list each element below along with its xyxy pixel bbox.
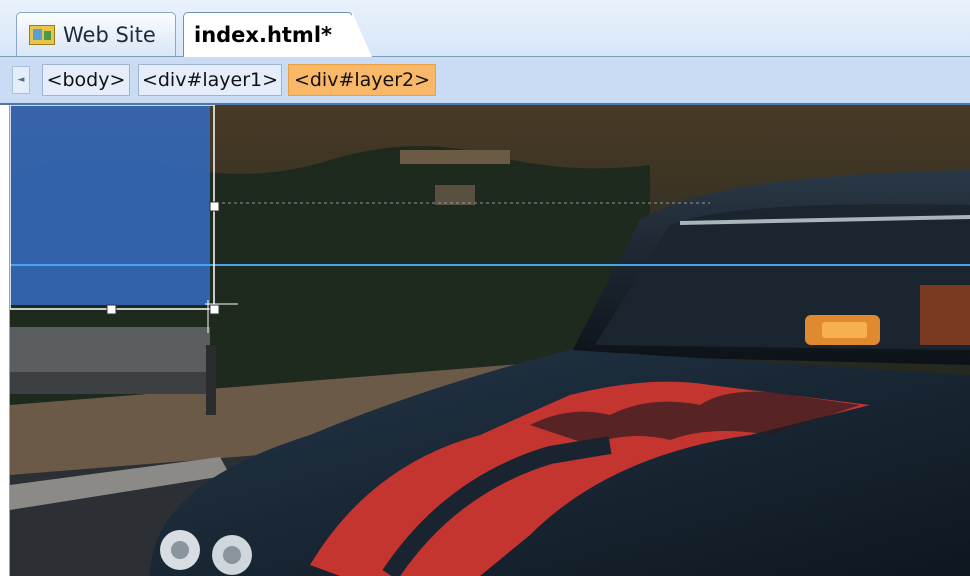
- scroll-left-icon[interactable]: ◄: [12, 66, 30, 94]
- tag-div-layer2[interactable]: <div#layer2>: [288, 64, 436, 96]
- tag-div-layer1[interactable]: <div#layer1>: [138, 64, 282, 96]
- resize-handle-corner: [209, 304, 220, 315]
- tag-body[interactable]: <body>: [42, 64, 130, 96]
- tab-web-site[interactable]: Web Site: [16, 12, 176, 56]
- selected-layer-box: [10, 105, 210, 305]
- car-background-image: [10, 105, 970, 576]
- tab-index-html-label: index.html*: [194, 23, 332, 47]
- resize-handle-bottom: [106, 304, 117, 315]
- design-canvas[interactable]: [10, 105, 970, 576]
- tab-web-site-label: Web Site: [63, 22, 156, 47]
- canvas-left-ruler: [0, 105, 10, 576]
- website-icon: [29, 24, 55, 45]
- tag-selector-bar: ◄ <body> <div#layer1> <div#layer2>: [0, 57, 970, 105]
- resize-handle-right: [209, 201, 220, 212]
- tab-index-html[interactable]: index.html*: [183, 12, 372, 57]
- document-tab-bar: Web Site index.html*: [0, 0, 970, 57]
